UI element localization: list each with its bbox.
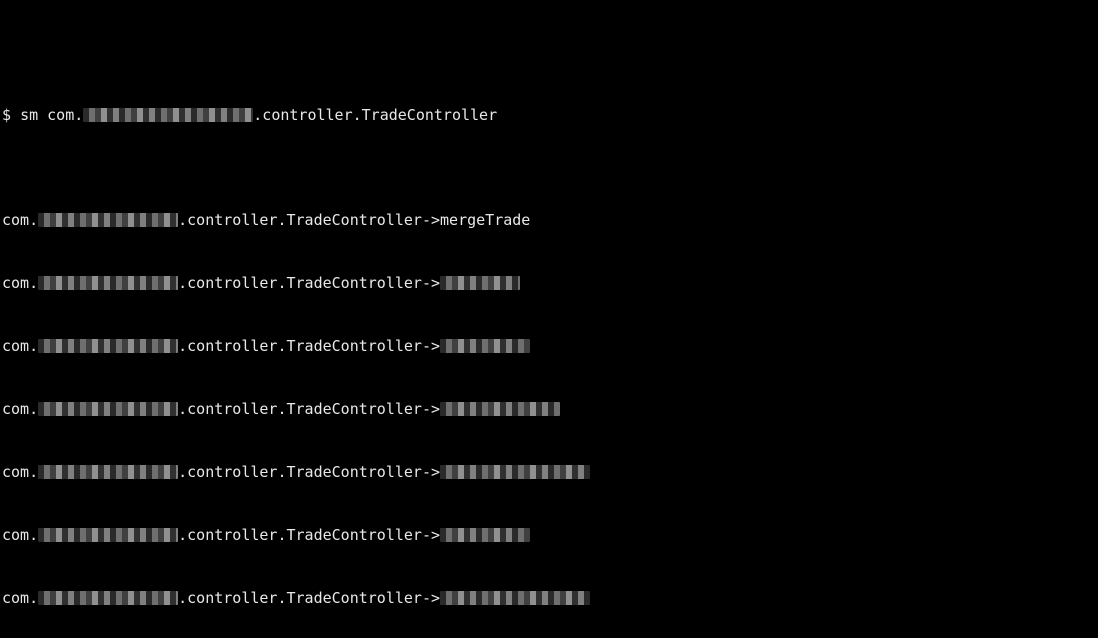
method-name: mergeTrade bbox=[440, 211, 530, 229]
obfuscated-package bbox=[38, 402, 178, 416]
obfuscated-method bbox=[440, 591, 590, 605]
cmd1-line: $ sm com. .controller.TradeController bbox=[2, 84, 1096, 126]
obfuscated-package bbox=[38, 276, 178, 290]
method-row: com..controller.TradeController-> bbox=[2, 336, 1096, 357]
obfuscated-method bbox=[440, 402, 560, 416]
obfuscated-method bbox=[440, 465, 590, 479]
obfuscated-package bbox=[38, 213, 178, 227]
obfuscated-package bbox=[38, 465, 178, 479]
method-row: com..controller.TradeController-> bbox=[2, 525, 1096, 546]
method-row: com..controller.TradeController-> bbox=[2, 462, 1096, 483]
obfuscated-method bbox=[440, 528, 530, 542]
method-row: com..controller.TradeController-> bbox=[2, 588, 1096, 609]
method-row: com..controller.TradeController-> bbox=[2, 273, 1096, 294]
method-row: com..controller.TradeController->mergeTr… bbox=[2, 210, 1096, 231]
obfuscated-method bbox=[440, 276, 520, 290]
prompt: $ bbox=[2, 106, 11, 124]
cmd1-class-suffix: .controller.TradeController bbox=[253, 106, 497, 124]
obfuscated-package bbox=[38, 591, 178, 605]
obfuscated-package bbox=[38, 528, 178, 542]
method-row: com..controller.TradeController-> bbox=[2, 399, 1096, 420]
cmd1-verb: sm bbox=[20, 106, 38, 124]
cmd1-pkg-prefix: com. bbox=[47, 106, 83, 124]
terminal[interactable]: $ sm com. .controller.TradeController com… bbox=[0, 0, 1098, 638]
obfuscated-package bbox=[83, 108, 253, 122]
obfuscated-method bbox=[440, 339, 530, 353]
obfuscated-package bbox=[38, 339, 178, 353]
